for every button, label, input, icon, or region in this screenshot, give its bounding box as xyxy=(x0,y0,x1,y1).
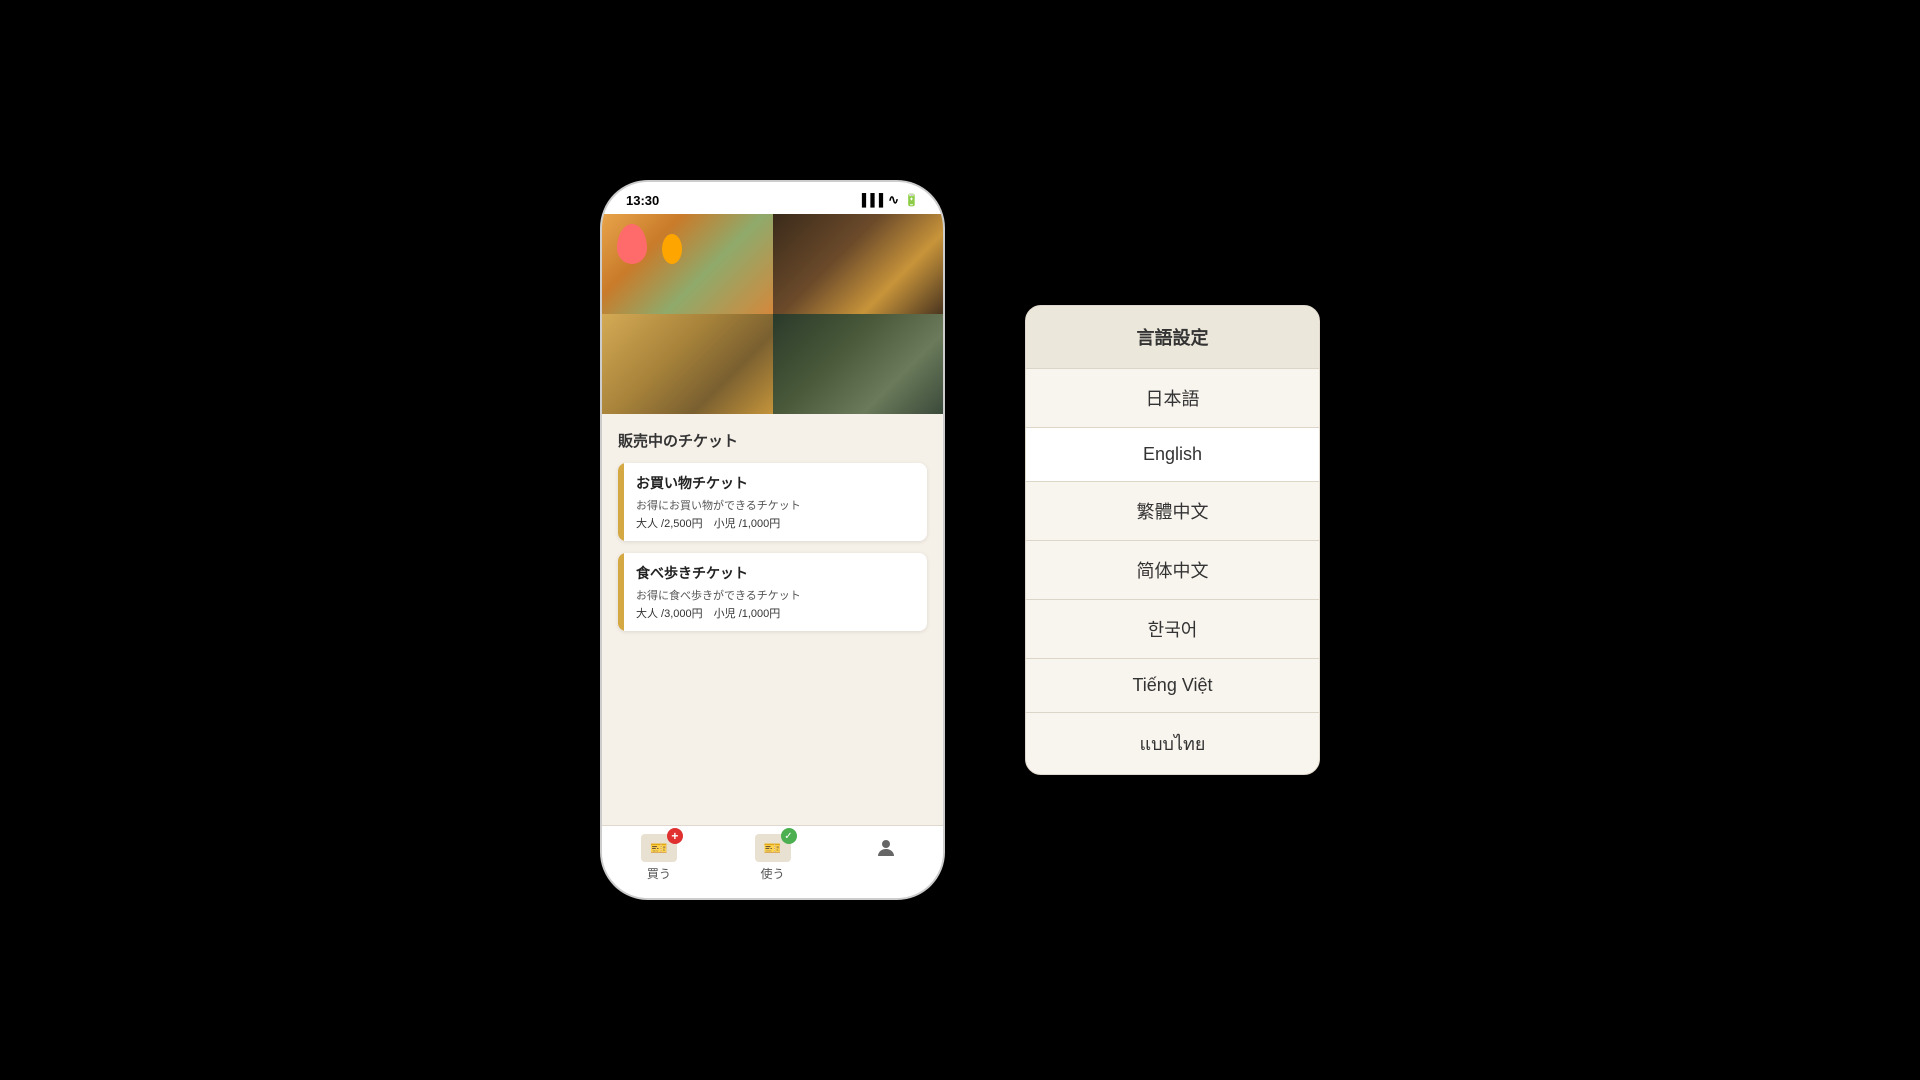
image-grid xyxy=(602,214,943,414)
language-modal-header: 言語設定 xyxy=(1026,306,1319,369)
nav-use[interactable]: 🎫 ✓ 使う xyxy=(716,834,830,882)
nav-buy-label: 買う xyxy=(647,865,671,882)
lang-option-simplified-chinese[interactable]: 简体中文 xyxy=(1026,541,1319,600)
lang-option-english[interactable]: English xyxy=(1026,428,1319,482)
check-badge: ✓ xyxy=(781,828,797,844)
ticket-card-1[interactable]: お買い物チケット お得にお買い物ができるチケット 大人 /2,500円 小児 /… xyxy=(618,463,927,541)
plus-badge: + xyxy=(667,828,683,844)
ticket-price-2: 大人 /3,000円 小児 /1,000円 xyxy=(636,605,915,621)
ticket-body-1: お買い物チケット お得にお買い物ができるチケット 大人 /2,500円 小児 /… xyxy=(624,463,927,541)
image-skewer xyxy=(602,314,773,414)
language-modal-title: 言語設定 xyxy=(1137,328,1209,348)
lang-option-japanese[interactable]: 日本語 xyxy=(1026,369,1319,428)
ticket-card-2[interactable]: 食べ歩きチケット お得に食べ歩きができるチケット 大人 /3,000円 小児 /… xyxy=(618,553,927,631)
ticket-desc-2: お得に食べ歩きができるチケット xyxy=(636,587,915,603)
nav-use-label: 使う xyxy=(761,865,785,882)
nav-buy[interactable]: 🎫 + 買う xyxy=(602,834,716,882)
lang-option-vietnamese[interactable]: Tiếng Việt xyxy=(1026,659,1319,713)
nav-profile-icon xyxy=(872,834,900,862)
wifi-icon: ∿ xyxy=(888,192,899,208)
lang-option-thai[interactable]: แบบไทย xyxy=(1026,713,1319,774)
ticket-price-1: 大人 /2,500円 小児 /1,000円 xyxy=(636,515,915,531)
ticket-body-2: 食べ歩きチケット お得に食べ歩きができるチケット 大人 /3,000円 小児 /… xyxy=(624,553,927,631)
ticket-title-2: 食べ歩きチケット xyxy=(636,563,915,583)
image-food xyxy=(773,214,944,314)
nav-profile[interactable] xyxy=(829,834,943,882)
signal-icon: ▐▐▐ xyxy=(858,193,884,207)
image-flower xyxy=(602,214,773,314)
scene: 13:30 ▐▐▐ ∿ 🔋 販売中のチケット お買い物チケット お得にお買い物が… xyxy=(600,180,1320,900)
nav-use-icon: 🎫 ✓ xyxy=(755,834,791,862)
section-title: 販売中のチケット xyxy=(618,430,927,451)
lang-option-traditional-chinese[interactable]: 繁體中文 xyxy=(1026,482,1319,541)
nav-buy-icon: 🎫 + xyxy=(641,834,677,862)
ticket-title-1: お買い物チケット xyxy=(636,473,915,493)
status-bar: 13:30 ▐▐▐ ∿ 🔋 xyxy=(602,182,943,214)
battery-icon: 🔋 xyxy=(904,193,919,207)
ticket-desc-1: お得にお買い物ができるチケット xyxy=(636,497,915,513)
status-time: 13:30 xyxy=(626,193,659,208)
ticket-use-icon: 🎫 xyxy=(764,840,781,857)
lang-option-korean[interactable]: 한국어 xyxy=(1026,600,1319,659)
bottom-nav: 🎫 + 買う 🎫 ✓ 使う xyxy=(602,825,943,898)
phone-frame: 13:30 ▐▐▐ ∿ 🔋 販売中のチケット お買い物チケット お得にお買い物が… xyxy=(600,180,945,900)
status-icons: ▐▐▐ ∿ 🔋 xyxy=(858,192,919,208)
phone-content: 販売中のチケット お買い物チケット お得にお買い物ができるチケット 大人 /2,… xyxy=(602,414,943,825)
language-modal: 言語設定 日本語 English 繁體中文 简体中文 한국어 Tiếng Việ… xyxy=(1025,305,1320,775)
image-owl xyxy=(773,314,944,414)
ticket-small-icon: 🎫 xyxy=(650,840,667,857)
